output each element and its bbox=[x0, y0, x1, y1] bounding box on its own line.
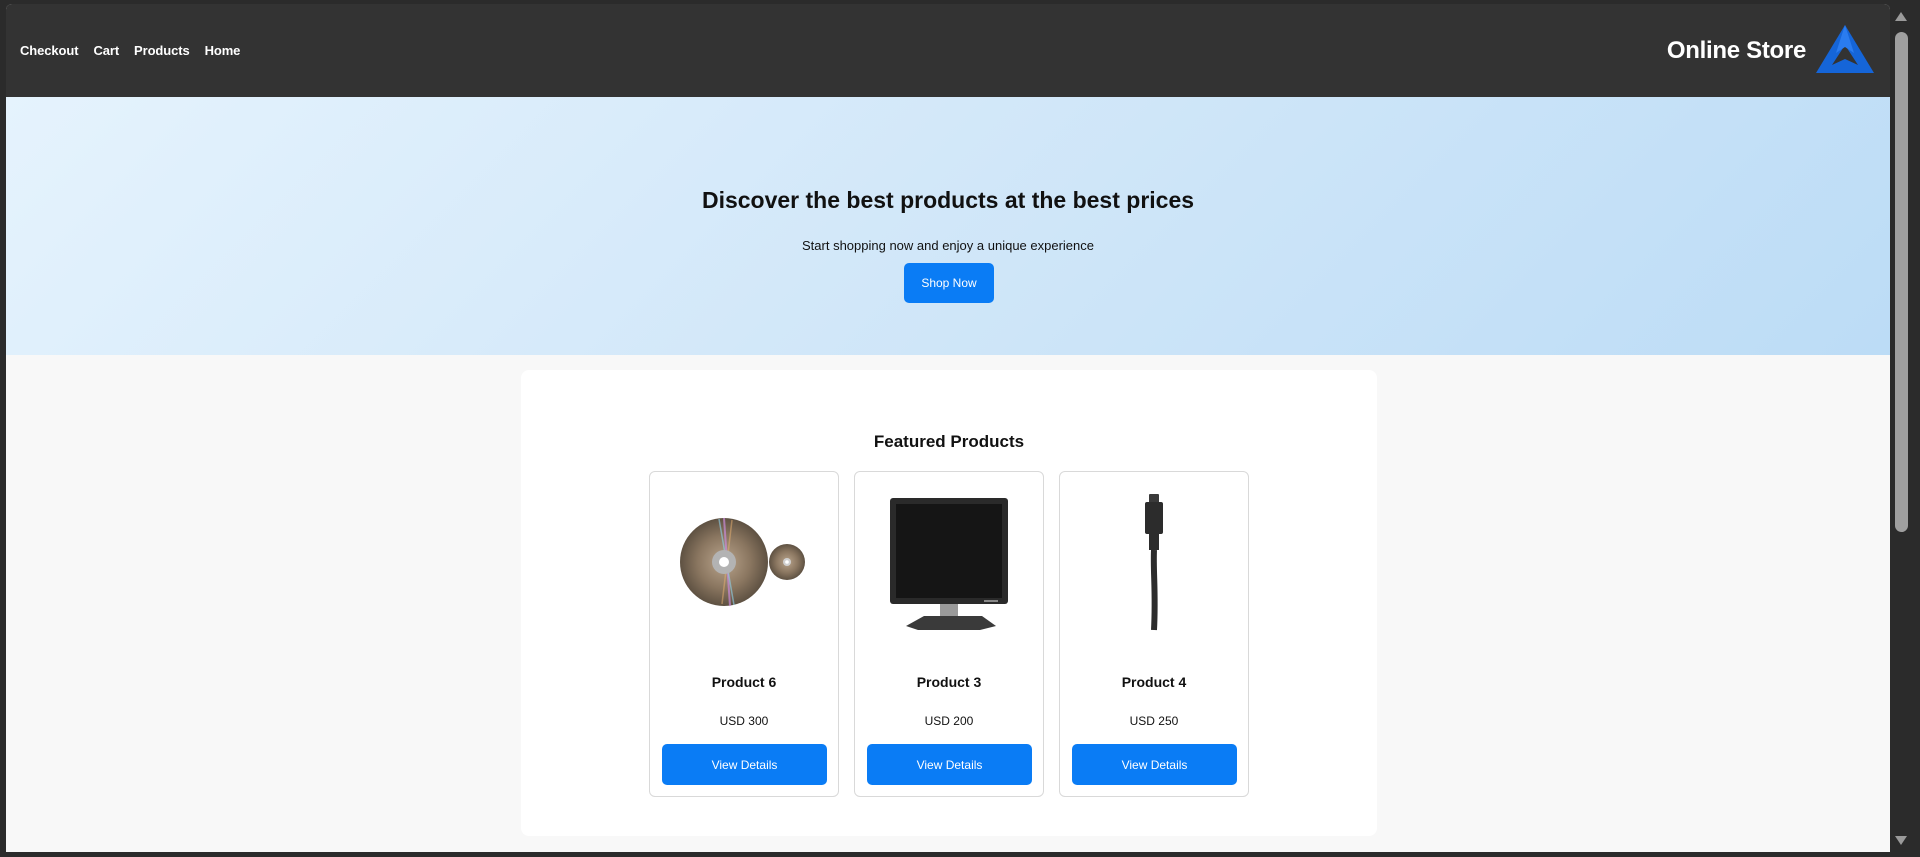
view-details-button[interactable]: View Details bbox=[1072, 744, 1237, 785]
nav-link-home[interactable]: Home bbox=[205, 43, 241, 58]
product-card: Product 3 USD 200 View Details bbox=[854, 471, 1044, 797]
product-name: Product 4 bbox=[1121, 674, 1187, 690]
cable-icon bbox=[1145, 494, 1163, 631]
nav-link-products[interactable]: Products bbox=[134, 43, 190, 58]
nav-link-checkout[interactable]: Checkout bbox=[20, 43, 79, 58]
featured-products-title: Featured Products bbox=[873, 432, 1025, 451]
browser-viewport: Checkout Cart Products Home Online Store… bbox=[6, 4, 1890, 852]
monitor-icon bbox=[890, 498, 1008, 630]
view-details-button[interactable]: View Details bbox=[867, 744, 1032, 785]
hero-subtitle: Start shopping now and enjoy a unique ex… bbox=[802, 238, 1094, 253]
scroll-thumb[interactable] bbox=[1895, 32, 1908, 532]
product-image[interactable] bbox=[1074, 492, 1234, 632]
product-name: Product 6 bbox=[711, 674, 777, 690]
scroll-up-arrow-icon[interactable] bbox=[1895, 12, 1907, 21]
nav-link-cart[interactable]: Cart bbox=[93, 43, 119, 58]
product-price: USD 200 bbox=[924, 714, 974, 728]
featured-products-panel: Featured Products Product 6 USD 300 View… bbox=[521, 370, 1377, 836]
brand[interactable]: Online Store bbox=[1667, 23, 1876, 79]
vertical-scrollbar[interactable] bbox=[1890, 4, 1912, 852]
main-nav: Checkout Cart Products Home bbox=[20, 43, 240, 58]
product-cards: Product 6 USD 300 View Details Product 3… bbox=[649, 471, 1249, 797]
product-card: Product 6 USD 300 View Details bbox=[649, 471, 839, 797]
view-details-button[interactable]: View Details bbox=[662, 744, 827, 785]
product-price: USD 250 bbox=[1129, 714, 1179, 728]
product-card: Product 4 USD 250 View Details bbox=[1059, 471, 1249, 797]
scroll-down-arrow-icon[interactable] bbox=[1895, 836, 1907, 845]
disc-icon bbox=[680, 517, 805, 607]
product-name: Product 3 bbox=[916, 674, 982, 690]
top-navbar: Checkout Cart Products Home Online Store bbox=[6, 4, 1890, 97]
product-image[interactable] bbox=[664, 492, 824, 632]
hero-banner: Discover the best products at the best p… bbox=[6, 97, 1890, 355]
product-price: USD 300 bbox=[719, 714, 769, 728]
brand-name: Online Store bbox=[1666, 36, 1806, 64]
hero-title: Discover the best products at the best p… bbox=[701, 187, 1195, 213]
shop-now-button[interactable]: Shop Now bbox=[904, 263, 994, 303]
brand-logo-icon bbox=[1816, 24, 1874, 73]
product-image[interactable] bbox=[869, 492, 1029, 632]
